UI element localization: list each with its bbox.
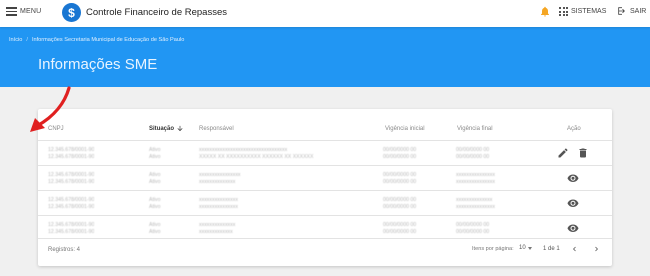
apps-grid-icon — [559, 7, 568, 16]
cell-vigencia-inicial: 00/00/0000 00 00/00/0000 00 — [383, 222, 417, 235]
column-header-vigencia-inicial[interactable]: Vigência inicial — [385, 126, 425, 132]
column-header-responsavel[interactable]: Responsável — [199, 126, 234, 132]
items-per-page-value: 10 — [519, 245, 526, 251]
cell-vigencia-final: xxxxxxxxxxxxxxx xxxxxxxxxxxxxxx — [456, 172, 495, 185]
sort-arrow-down-icon[interactable] — [176, 124, 184, 133]
cell-vigencia-inicial: 00/00/0000 00 00/00/0000 00 — [383, 147, 417, 160]
breadcrumb-separator: / — [26, 37, 28, 43]
cell-cnpj: 12.345.678/0001-90 12.345.678/0001-90 — [48, 172, 95, 185]
data-table-card: CNPJ Situação Responsável Vigência inici… — [38, 109, 612, 266]
cell-cnpj: 12.345.678/0001-90 12.345.678/0001-90 — [48, 147, 95, 160]
breadcrumb: Início / Informações Secretaria Municipa… — [9, 37, 184, 43]
cell-vigencia-final: xxxxxxxxxxxxxx xxxxxxxxxxxxxxx — [456, 197, 495, 210]
chevron-left-icon[interactable] — [570, 244, 579, 254]
logout-icon — [618, 7, 625, 15]
column-header-acao: Ação — [567, 126, 581, 132]
cell-vigencia-inicial: 00/00/0000 00 00/00/0000 00 — [383, 172, 417, 185]
cell-cnpj: 12.345.678/0001-90 12.345.678/0001-90 — [48, 222, 95, 235]
cell-situacao: Ativo Ativo — [149, 222, 161, 235]
sistemas-label: SISTEMAS — [571, 8, 607, 15]
table-row[interactable]: 12.345.678/0001-90 12.345.678/0001-90 Ati… — [38, 140, 612, 165]
sistemas-button[interactable]: SISTEMAS — [559, 7, 606, 16]
cell-responsavel: xxxxxxxxxxxxxxxxxxxxxxxxxxxxxx — [199, 197, 238, 210]
edit-icon[interactable] — [557, 147, 569, 159]
brand[interactable]: $ Controle Financeiro de Repasses — [62, 3, 227, 22]
table-footer-divider — [38, 238, 612, 239]
logout-button[interactable]: SAIR — [617, 6, 646, 16]
cell-situacao: Ativo Ativo — [149, 197, 161, 210]
cell-responsavel: xxxxxxxxxxxxxxxxxxxxxxxxxxxxxx — [199, 172, 241, 185]
menu-button[interactable]: MENU — [6, 7, 41, 16]
delete-icon[interactable] — [577, 147, 589, 159]
sair-label: SAIR — [630, 7, 647, 15]
view-icon[interactable] — [567, 197, 579, 209]
pagination-range: 1 de 1 — [543, 246, 560, 252]
column-header-vigencia-final[interactable]: Vigência final — [457, 126, 493, 132]
cell-vigencia-final: 00/00/0000 00 00/00/0000 00 — [456, 147, 490, 160]
chevron-right-icon[interactable] — [592, 244, 601, 254]
column-header-situacao[interactable]: Situação — [149, 126, 174, 132]
view-icon[interactable] — [567, 172, 579, 184]
bell-icon[interactable] — [539, 5, 551, 18]
app-title: Controle Financeiro de Repasses — [86, 7, 227, 18]
dollar-logo-icon: $ — [62, 3, 81, 22]
cell-situacao: Ativo Ativo — [149, 147, 161, 160]
top-app-bar: MENU $ Controle Financeiro de Repasses S… — [0, 0, 650, 27]
cell-situacao: Ativo Ativo — [149, 172, 161, 185]
items-per-page-label: Itens por página: — [472, 246, 514, 252]
cell-vigencia-final: 00/00/0000 00 00/00/0000 00 — [456, 222, 490, 235]
dropdown-caret-icon — [527, 246, 532, 250]
table-row[interactable]: 12.345.678/0001-90 12.345.678/0001-90 Ati… — [38, 190, 612, 215]
breadcrumb-home-link[interactable]: Início — [9, 37, 22, 43]
annotation-arrow-icon — [30, 86, 71, 132]
breadcrumb-current: Informações Secretaria Municipal de Educ… — [31, 37, 185, 43]
table-row[interactable]: 12.345.678/0001-90 12.345.678/0001-90 Ati… — [38, 165, 612, 190]
items-per-page-select[interactable]: 10 — [519, 245, 532, 251]
cell-responsavel: xxxxxxxxxxxxxxxxxxxxxxxxxxxxxxxxxx XXXXX … — [199, 147, 314, 160]
cell-vigencia-inicial: 00/00/0000 00 00/00/0000 00 — [383, 197, 417, 210]
view-icon[interactable] — [567, 222, 579, 234]
record-count: Registros: 4 — [48, 247, 81, 253]
hamburger-icon — [6, 7, 17, 16]
page-header: Início / Informações Secretaria Municipa… — [0, 27, 650, 87]
page-title: Informações SME — [38, 56, 158, 73]
cell-responsavel: xxxxxxxxxxxxxx xxxxxxxxxxxxx — [199, 222, 236, 235]
table-row[interactable]: 12.345.678/0001-90 12.345.678/0001-90 Ati… — [38, 215, 612, 240]
cell-cnpj: 12.345.678/0001-90 12.345.678/0001-90 — [48, 197, 95, 210]
menu-label: MENU — [20, 8, 42, 15]
